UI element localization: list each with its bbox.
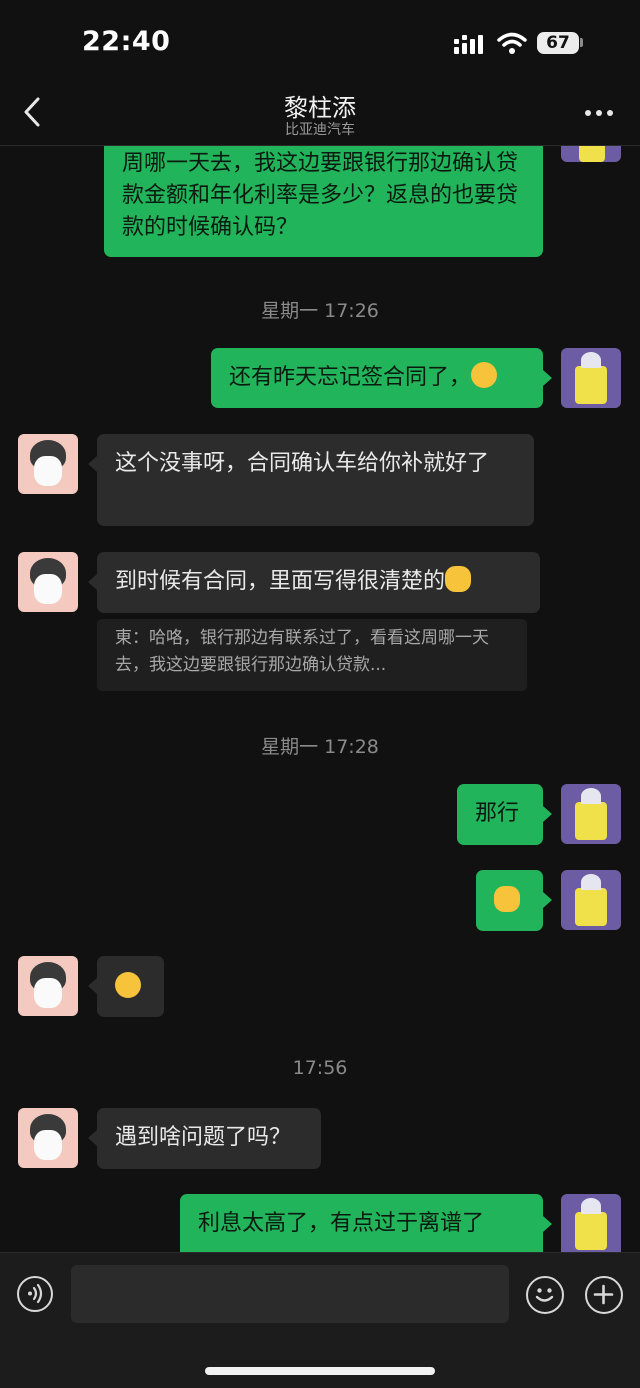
- wifi-icon: [497, 31, 527, 55]
- message-bubble-them[interactable]: [97, 956, 164, 1017]
- voice-icon: [28, 1283, 43, 1304]
- my-avatar[interactable]: [561, 784, 621, 844]
- status-time: 22:40: [82, 26, 171, 57]
- message-bubble-them[interactable]: 遇到啥问题了吗？: [97, 1108, 321, 1169]
- message-input[interactable]: [71, 1265, 509, 1323]
- add-button[interactable]: [585, 1276, 623, 1314]
- message-bubble-them[interactable]: 这个没事呀，合同确认车给你补就好了: [97, 434, 534, 526]
- my-avatar[interactable]: [561, 870, 621, 930]
- more-icon: [585, 110, 613, 116]
- plus-icon: [593, 1284, 614, 1305]
- message-text: 到时候有合同，里面写得很清楚的: [115, 569, 446, 594]
- message-text: 利息太高了，有点过于离谱了: [198, 1211, 485, 1236]
- emoji-button[interactable]: [526, 1276, 564, 1314]
- chat-subtitle: 比亚迪汽车: [285, 122, 355, 138]
- my-avatar[interactable]: [561, 1194, 621, 1252]
- bubble-tail: [543, 806, 552, 822]
- message-bubble-me[interactable]: 还有昨天忘记签合同了，: [211, 348, 543, 408]
- timestamp: 星期一 17:26: [261, 300, 379, 322]
- my-avatar[interactable]: [561, 146, 621, 162]
- message-text: 周哪一天去，我这边要跟银行那边确认贷款金额和年化利率是多少？返息的也要贷款的时候…: [122, 151, 519, 240]
- bubble-tail: [88, 1130, 97, 1146]
- more-button[interactable]: [584, 105, 614, 119]
- ok-hand-emoji-icon: [494, 886, 520, 912]
- my-avatar[interactable]: [561, 348, 621, 408]
- contact-avatar[interactable]: [18, 434, 78, 494]
- chat-title: 黎柱添: [284, 94, 356, 122]
- message-bubble-me[interactable]: [476, 870, 543, 931]
- signal-icon: [454, 34, 484, 54]
- ok-hand-emoji-icon: [445, 566, 472, 592]
- bubble-tail: [88, 456, 97, 472]
- timestamp: 17:56: [292, 1057, 348, 1079]
- home-indicator: [205, 1367, 435, 1375]
- contact-avatar[interactable]: [18, 956, 78, 1016]
- quoted-text: 東：哈咯，银行那边有联系过了，看看这周哪一天去，我这边要跟银行那边确认贷款...: [115, 628, 489, 675]
- bubble-tail: [543, 1216, 552, 1232]
- bubble-tail: [543, 892, 552, 908]
- quoted-message[interactable]: 東：哈咯，银行那边有联系过了，看看这周哪一天去，我这边要跟银行那边确认贷款...: [97, 619, 527, 691]
- emoji-icon: [535, 1288, 554, 1302]
- contact-avatar[interactable]: [18, 1108, 78, 1168]
- laugh-cry-emoji-icon: [471, 362, 498, 388]
- voice-button[interactable]: [17, 1276, 53, 1312]
- bubble-tail: [88, 574, 97, 590]
- message-text: 遇到啥问题了吗？: [115, 1125, 292, 1150]
- message-text: 那行: [475, 801, 520, 826]
- grin-emoji-icon: [115, 972, 141, 998]
- battery-nub: [580, 38, 583, 47]
- timestamp: 星期一 17:28: [261, 736, 379, 758]
- message-bubble-them[interactable]: 到时候有合同，里面写得很清楚的: [97, 552, 540, 613]
- bubble-tail: [543, 370, 552, 386]
- contact-avatar[interactable]: [18, 552, 78, 612]
- message-bubble-me[interactable]: 利息太高了，有点过于离谱了: [180, 1194, 543, 1252]
- message-bubble-me[interactable]: 那行: [457, 784, 543, 845]
- message-text: 这个没事呀，合同确认车给你补就好了: [115, 451, 490, 476]
- bubble-tail: [88, 978, 97, 994]
- message-bubble-me[interactable]: 周哪一天去，我这边要跟银行那边确认贷款金额和年化利率是多少？返息的也要贷款的时候…: [104, 146, 543, 257]
- message-text: 还有昨天忘记签合同了，: [229, 365, 472, 390]
- battery-indicator: 67: [537, 32, 579, 54]
